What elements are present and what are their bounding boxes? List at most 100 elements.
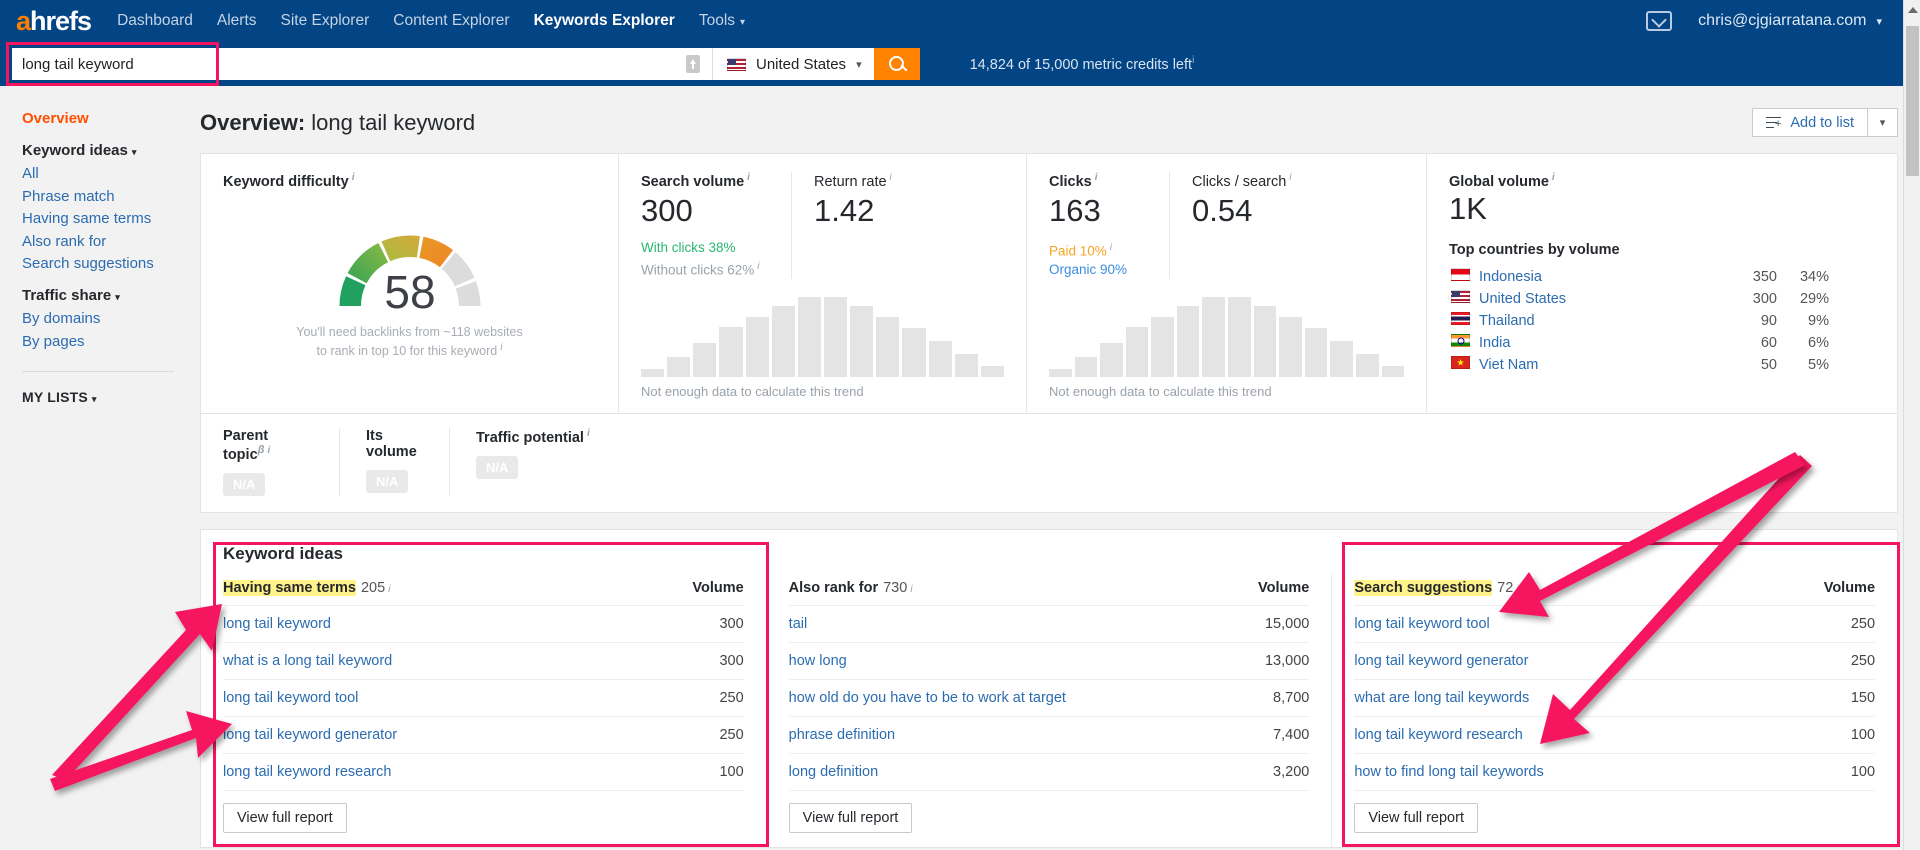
- info-icon[interactable]: i: [747, 172, 750, 183]
- parent-topic-value-wrap: N/A: [223, 463, 313, 496]
- account-menu[interactable]: chris@cjgiarratana.com ▾: [1698, 12, 1882, 30]
- table-row[interactable]: Indonesia 350 34%: [1451, 267, 1829, 287]
- search-volume-card: Search volumei 300 With clicks 38% Witho…: [619, 154, 1027, 413]
- info-icon[interactable]: i: [757, 261, 759, 272]
- sidebar-item-search-suggestions[interactable]: Search suggestions: [22, 253, 200, 276]
- table-row[interactable]: Viet Nam 50 5%: [1451, 355, 1829, 375]
- keyword-link[interactable]: long tail keyword tool: [1354, 616, 1489, 632]
- info-icon[interactable]: i: [1110, 242, 1112, 253]
- keyword-link[interactable]: how to find long tail keywords: [1354, 764, 1543, 780]
- keyword-link[interactable]: phrase definition: [789, 727, 895, 743]
- table-row[interactable]: how to find long tail keywords100: [1354, 753, 1875, 790]
- kd-note-line2-wrap: to rank in top 10 for this keywordi: [223, 340, 596, 359]
- table-row[interactable]: long tail keyword generator250: [1354, 642, 1875, 679]
- info-icon[interactable]: i: [388, 584, 390, 595]
- nav-dashboard[interactable]: Dashboard: [117, 12, 193, 30]
- sidebar-group-traffic-share[interactable]: Traffic share▾: [22, 285, 200, 309]
- sidebar-item-by-pages[interactable]: By pages: [22, 331, 200, 354]
- nav-alerts[interactable]: Alerts: [217, 12, 257, 30]
- column-label[interactable]: Search suggestions: [1354, 580, 1492, 596]
- scroll-up-arrow[interactable]: [1908, 7, 1918, 13]
- keyword-link[interactable]: what is a long tail keyword: [223, 653, 392, 669]
- table-row[interactable]: how old do you have to be to work at tar…: [789, 679, 1310, 716]
- return-rate-metric: Return ratei 1.42: [791, 172, 914, 279]
- table-row[interactable]: long tail keyword tool250: [223, 679, 744, 716]
- view-full-report-button[interactable]: View full report: [223, 803, 347, 833]
- table-row[interactable]: India 60 6%: [1451, 333, 1829, 353]
- country-selector[interactable]: United States ▾: [712, 48, 874, 80]
- country-name[interactable]: Indonesia: [1479, 267, 1719, 287]
- table-row[interactable]: tail15,000: [789, 605, 1310, 642]
- keyword-link[interactable]: how long: [789, 653, 847, 669]
- keyword-ideas-column-having-same-terms: Having same terms 205 i Volume long tail…: [201, 574, 766, 847]
- column-label[interactable]: Also rank for: [789, 580, 878, 596]
- keyword-volume: 150: [1851, 690, 1875, 706]
- table-row[interactable]: Thailand 90 9%: [1451, 311, 1829, 331]
- inbox-icon[interactable]: [1646, 11, 1672, 31]
- info-icon[interactable]: i: [910, 584, 912, 595]
- country-name[interactable]: Viet Nam: [1479, 355, 1719, 375]
- table-row[interactable]: long tail keyword research100: [1354, 716, 1875, 753]
- sidebar-item-by-domains[interactable]: By domains: [22, 308, 200, 331]
- keyword-link[interactable]: how old do you have to be to work at tar…: [789, 690, 1066, 706]
- sidebar-item-phrase-match[interactable]: Phrase match: [22, 186, 200, 209]
- upload-file-icon[interactable]: [686, 55, 700, 73]
- vertical-scrollbar[interactable]: [1903, 0, 1920, 850]
- sidebar-item-also-rank-for[interactable]: Also rank for: [22, 231, 200, 254]
- sidebar-item-all[interactable]: All: [22, 163, 200, 186]
- info-icon[interactable]: i: [1516, 584, 1518, 595]
- nav-content-explorer[interactable]: Content Explorer: [393, 12, 509, 30]
- column-label[interactable]: Having same terms: [223, 580, 356, 596]
- table-row[interactable]: long tail keyword generator250: [223, 716, 744, 753]
- info-icon[interactable]: i: [1095, 172, 1098, 183]
- info-icon[interactable]: i: [500, 342, 502, 353]
- keyword-link[interactable]: long tail keyword generator: [1354, 653, 1528, 669]
- organic-label: Organic 90%: [1049, 260, 1147, 279]
- info-icon[interactable]: i: [587, 428, 590, 439]
- info-icon[interactable]: i: [890, 172, 892, 183]
- with-clicks-label: With clicks 38%: [641, 238, 769, 257]
- info-icon[interactable]: i: [267, 445, 270, 456]
- table-row[interactable]: what is a long tail keyword300: [223, 642, 744, 679]
- sidebar-my-lists[interactable]: MY LISTS▾: [22, 386, 200, 411]
- add-to-list-button[interactable]: + Add to list: [1752, 108, 1868, 137]
- add-to-list-dropdown[interactable]: ▾: [1868, 108, 1898, 137]
- info-icon[interactable]: i: [352, 172, 355, 183]
- table-row[interactable]: long tail keyword research100: [223, 753, 744, 790]
- info-icon[interactable]: i: [1552, 172, 1555, 183]
- keyword-link[interactable]: long tail keyword: [223, 616, 331, 632]
- table-row[interactable]: phrase definition7,400: [789, 716, 1310, 753]
- view-full-report-button[interactable]: View full report: [789, 803, 913, 833]
- table-row[interactable]: long definition3,200: [789, 753, 1310, 790]
- keyword-link[interactable]: tail: [789, 616, 808, 632]
- keyword-link[interactable]: long tail keyword research: [223, 764, 391, 780]
- keyword-link[interactable]: long definition: [789, 764, 879, 780]
- keyword-link[interactable]: what are long tail keywords: [1354, 690, 1529, 706]
- keyword-search-input[interactable]: [12, 48, 712, 80]
- keyword-link[interactable]: long tail keyword tool: [223, 690, 358, 706]
- keyword-link[interactable]: long tail keyword research: [1354, 727, 1522, 743]
- sidebar-group-keyword-ideas[interactable]: Keyword ideas▾: [22, 140, 200, 164]
- search-button[interactable]: [874, 48, 920, 80]
- nav-tools[interactable]: Tools▾: [699, 12, 745, 30]
- table-row[interactable]: how long13,000: [789, 642, 1310, 679]
- add-to-list-label: Add to list: [1790, 115, 1854, 131]
- view-full-report-button[interactable]: View full report: [1354, 803, 1478, 833]
- keyword-link[interactable]: long tail keyword generator: [223, 727, 397, 743]
- ahrefs-logo[interactable]: ahrefs: [16, 6, 91, 37]
- sidebar-item-overview[interactable]: Overview: [22, 108, 200, 131]
- table-row[interactable]: United States 300 29%: [1451, 289, 1829, 309]
- sidebar-item-having-same-terms[interactable]: Having same terms: [22, 208, 200, 231]
- country-name[interactable]: Thailand: [1479, 311, 1719, 331]
- traffic-potential-value: N/A: [476, 456, 518, 479]
- nav-keywords-explorer[interactable]: Keywords Explorer: [534, 12, 675, 30]
- info-icon[interactable]: i: [1192, 55, 1194, 66]
- table-row[interactable]: long tail keyword tool250: [1354, 605, 1875, 642]
- country-name[interactable]: India: [1479, 333, 1719, 353]
- country-name[interactable]: United States: [1479, 289, 1719, 309]
- nav-site-explorer[interactable]: Site Explorer: [281, 12, 370, 30]
- table-row[interactable]: long tail keyword300: [223, 605, 744, 642]
- info-icon[interactable]: i: [1289, 172, 1291, 183]
- table-row[interactable]: what are long tail keywords 150: [1354, 679, 1875, 716]
- scrollbar-thumb[interactable]: [1906, 26, 1919, 176]
